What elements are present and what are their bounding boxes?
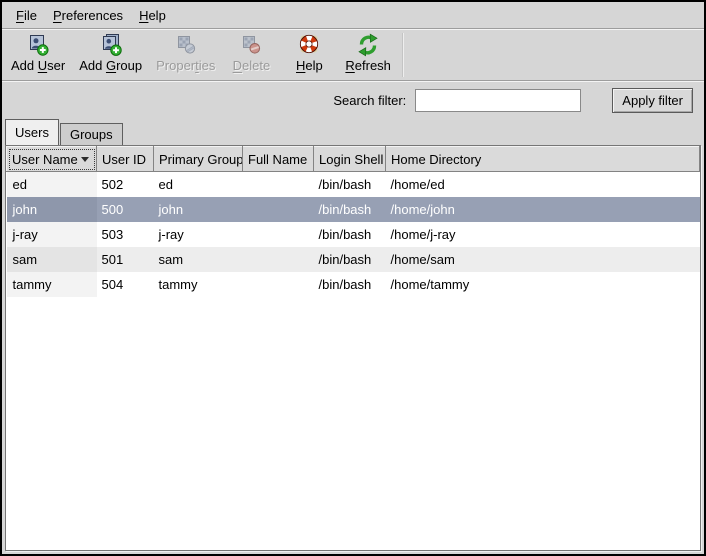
- properties-button: Properties: [149, 32, 222, 74]
- toolbar-separator: [402, 33, 404, 77]
- tab-users[interactable]: Users: [5, 119, 59, 145]
- delete-icon: [239, 33, 263, 57]
- column-header-full-name[interactable]: Full Name: [243, 147, 314, 172]
- search-filter-input[interactable]: [415, 89, 581, 112]
- table-row-sam[interactable]: sam501sam/bin/bash/home/sam: [7, 247, 700, 272]
- search-filter-label: Search filter:: [333, 93, 406, 108]
- users-table: User Name User ID Primary Group Full Nam…: [6, 146, 700, 297]
- add-user-label: Add User: [11, 58, 65, 73]
- delete-label: Delete: [233, 58, 271, 73]
- menu-preferences[interactable]: Preferences: [45, 5, 131, 26]
- column-header-login-shell[interactable]: Login Shell: [314, 147, 386, 172]
- column-header-user-id[interactable]: User ID: [97, 147, 154, 172]
- add-user-button[interactable]: Add User: [4, 32, 72, 74]
- delete-button: Delete: [222, 32, 280, 74]
- table-header-row: User Name User ID Primary Group Full Nam…: [7, 147, 700, 172]
- help-button[interactable]: Help: [280, 32, 338, 74]
- table-row-ed[interactable]: ed502ed/bin/bash/home/ed: [7, 172, 700, 197]
- refresh-button[interactable]: Refresh: [338, 32, 398, 74]
- add-group-icon: [99, 33, 123, 57]
- menu-file[interactable]: File: [8, 5, 45, 26]
- table-row-tammy[interactable]: tammy504tammy/bin/bash/home/tammy: [7, 272, 700, 297]
- table-row-john-selected[interactable]: john500john/bin/bash/home/john: [7, 197, 700, 222]
- apply-filter-button[interactable]: Apply filter: [612, 88, 693, 113]
- help-label: Help: [296, 58, 323, 73]
- help-icon: [297, 33, 321, 57]
- add-group-button[interactable]: Add Group: [72, 32, 149, 74]
- toolbar: Add User Add Group: [2, 30, 704, 80]
- table-row-j-ray[interactable]: j-ray503j-ray/bin/bash/home/j-ray: [7, 222, 700, 247]
- properties-label: Properties: [156, 58, 215, 73]
- column-header-primary-group[interactable]: Primary Group: [154, 147, 243, 172]
- refresh-icon: [356, 33, 380, 57]
- menu-help[interactable]: Help: [131, 5, 174, 26]
- add-user-icon: [26, 33, 50, 57]
- properties-icon: [174, 33, 198, 57]
- column-header-home-directory[interactable]: Home Directory: [386, 147, 700, 172]
- tab-groups[interactable]: Groups: [60, 123, 123, 145]
- column-header-user-name[interactable]: User Name: [7, 147, 97, 172]
- users-table-container: User Name User ID Primary Group Full Nam…: [5, 145, 701, 551]
- add-group-label: Add Group: [79, 58, 142, 73]
- refresh-label: Refresh: [345, 58, 391, 73]
- tabs: Users Groups: [2, 118, 704, 145]
- menubar: File Preferences Help: [2, 2, 704, 28]
- sort-descending-icon: [81, 157, 89, 162]
- user-manager-window: File Preferences Help Add User: [0, 0, 706, 556]
- search-filter-row: Search filter: Apply filter: [2, 82, 704, 118]
